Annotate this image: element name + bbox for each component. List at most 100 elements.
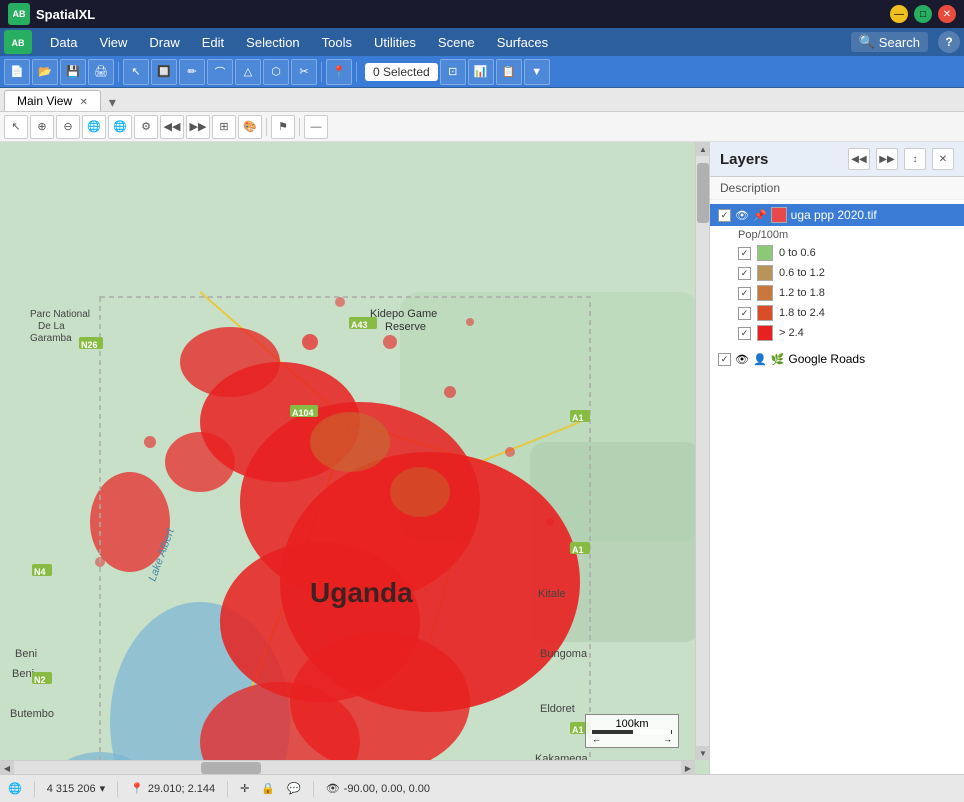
menu-draw[interactable]: Draw — [139, 32, 189, 53]
menu-utilities[interactable]: Utilities — [364, 32, 426, 53]
legend-item-1: 0.6 to 1.2 — [710, 263, 964, 283]
layers-prev-btn[interactable]: ◀◀ — [848, 148, 870, 170]
map-area[interactable]: Uganda Lake Victoria Lake Albert Parc Na… — [0, 142, 709, 774]
legend-cb-0[interactable] — [738, 247, 751, 260]
tb-draw3[interactable]: △ — [235, 59, 261, 85]
svg-text:Butembo: Butembo — [10, 708, 54, 720]
minimize-button[interactable]: — — [890, 5, 908, 23]
tb-sel1[interactable]: ⊡ — [440, 59, 466, 85]
menu-tools[interactable]: Tools — [312, 32, 362, 53]
scroll-thumb-v[interactable] — [697, 163, 709, 223]
help-button[interactable]: ? — [938, 31, 960, 53]
msg-icon: 💬 — [287, 782, 301, 795]
tab-close-icon[interactable]: ✕ — [79, 97, 87, 108]
scroll-right-arrow[interactable]: ▶ — [681, 761, 695, 774]
svg-text:Reserve: Reserve — [385, 321, 426, 333]
scroll-thumb-h[interactable] — [201, 762, 261, 774]
tb-sel3[interactable]: 📋 — [496, 59, 522, 85]
google-roads-name: Google Roads — [788, 352, 865, 366]
tb-select[interactable]: ↖ — [123, 59, 149, 85]
mt-sep-1 — [266, 118, 267, 136]
tb-point[interactable]: 📍 — [326, 59, 352, 85]
main-layout: Uganda Lake Victoria Lake Albert Parc Na… — [0, 142, 964, 774]
tb-draw4[interactable]: ⬡ — [263, 59, 289, 85]
tb-draw2[interactable]: ⌒ — [207, 59, 233, 85]
mt-sep-2 — [299, 118, 300, 136]
lock-icon: 🔒 — [261, 782, 275, 795]
status-sep-4 — [313, 781, 314, 797]
map-background: Uganda Lake Victoria Lake Albert Parc Na… — [0, 142, 709, 774]
mt-zoom-in[interactable]: ⊕ — [30, 115, 54, 139]
legend-item-2: 1.2 to 1.8 — [710, 283, 964, 303]
layer-checkbox-uga[interactable] — [718, 209, 731, 222]
map-scrollbar-vertical[interactable]: ▲ ▼ — [695, 142, 709, 760]
count-dropdown[interactable]: ▾ — [100, 782, 106, 795]
layers-pin-btn[interactable]: ↕ — [904, 148, 926, 170]
scroll-left-arrow[interactable]: ◀ — [0, 761, 14, 774]
menu-view[interactable]: View — [89, 32, 137, 53]
tb-more[interactable]: ▼ — [524, 59, 550, 85]
mt-flag[interactable]: ⚑ — [271, 115, 295, 139]
mt-grid[interactable]: ⊞ — [212, 115, 236, 139]
menu-edit[interactable]: Edit — [192, 32, 234, 53]
legend-color-1 — [757, 265, 773, 281]
mt-settings[interactable]: ⚙ — [134, 115, 158, 139]
tab-arrow-down[interactable]: ▾ — [105, 94, 120, 111]
menu-data[interactable]: Data — [40, 32, 87, 53]
menu-scene[interactable]: Scene — [428, 32, 485, 53]
close-button[interactable]: ✕ — [938, 5, 956, 23]
tb-sel2[interactable]: 📊 — [468, 59, 494, 85]
mt-cursor[interactable]: ↖ — [4, 115, 28, 139]
search-icon: 🔍 — [859, 34, 875, 50]
layers-next-btn[interactable]: ▶▶ — [876, 148, 898, 170]
google-roads-checkbox[interactable] — [718, 353, 731, 366]
legend-label-2: 1.2 to 1.8 — [779, 287, 825, 299]
tb-draw5[interactable]: ✂ — [291, 59, 317, 85]
tb-new[interactable]: 📄 — [4, 59, 30, 85]
mt-prev[interactable]: ◀◀ — [160, 115, 184, 139]
layers-panel: Layers ◀◀ ▶▶ ↕ ✕ Description 👁 📌 uga ppp… — [709, 142, 964, 774]
menu-surfaces[interactable]: Surfaces — [487, 32, 558, 53]
scroll-up-arrow[interactable]: ▲ — [696, 142, 709, 156]
legend-color-0 — [757, 245, 773, 261]
layers-header: Layers ◀◀ ▶▶ ↕ ✕ — [710, 142, 964, 177]
tb-save[interactable]: 💾 — [60, 59, 86, 85]
layers-description-header: Description — [710, 177, 964, 200]
tab-main-view[interactable]: Main View ✕ — [4, 90, 101, 111]
tb-open[interactable]: 📂 — [32, 59, 58, 85]
google-roads-eye-icon[interactable]: 👁 — [735, 353, 749, 366]
search-box[interactable]: 🔍 Search — [851, 32, 928, 52]
tb-print[interactable]: 🖨 — [88, 59, 114, 85]
layer-eye-icon[interactable]: 👁 — [735, 209, 749, 222]
svg-text:AB: AB — [12, 38, 25, 48]
layer-name: uga ppp 2020.tif — [791, 208, 956, 222]
legend-cb-3[interactable] — [738, 307, 751, 320]
status-msg: 💬 — [287, 782, 301, 795]
map-scrollbar-horizontal[interactable]: ◀ ▶ — [0, 760, 695, 774]
coordinates-value: 29.010; 2.144 — [148, 783, 215, 795]
svg-text:Parc National: Parc National — [30, 309, 90, 320]
tb-draw1[interactable]: ✏ — [179, 59, 205, 85]
menu-selection[interactable]: Selection — [236, 32, 309, 53]
window-controls: — □ ✕ — [890, 5, 956, 23]
maximize-button[interactable]: □ — [914, 5, 932, 23]
legend-item-3: 1.8 to 2.4 — [710, 303, 964, 323]
svg-text:A104: A104 — [292, 408, 314, 418]
layer-item-uga[interactable]: 👁 📌 uga ppp 2020.tif — [710, 204, 964, 226]
mt-zoom-out[interactable]: ⊖ — [56, 115, 80, 139]
mt-dash[interactable]: — — [304, 115, 328, 139]
scroll-down-arrow[interactable]: ▼ — [696, 746, 709, 760]
legend-cb-4[interactable] — [738, 327, 751, 340]
svg-text:Uganda: Uganda — [310, 577, 413, 608]
legend-cb-2[interactable] — [738, 287, 751, 300]
legend-cb-1[interactable] — [738, 267, 751, 280]
mt-globe2[interactable]: 🌐 — [108, 115, 132, 139]
layers-close-btn[interactable]: ✕ — [932, 148, 954, 170]
svg-text:N26: N26 — [81, 340, 98, 350]
tb-zoom-in[interactable]: 🔲 — [151, 59, 177, 85]
mt-color[interactable]: 🎨 — [238, 115, 262, 139]
layer-item-google-roads[interactable]: 👁 👤 🌿 Google Roads — [710, 349, 964, 369]
mt-next[interactable]: ▶▶ — [186, 115, 210, 139]
mt-globe1[interactable]: 🌐 — [82, 115, 106, 139]
legend-label-3: 1.8 to 2.4 — [779, 307, 825, 319]
